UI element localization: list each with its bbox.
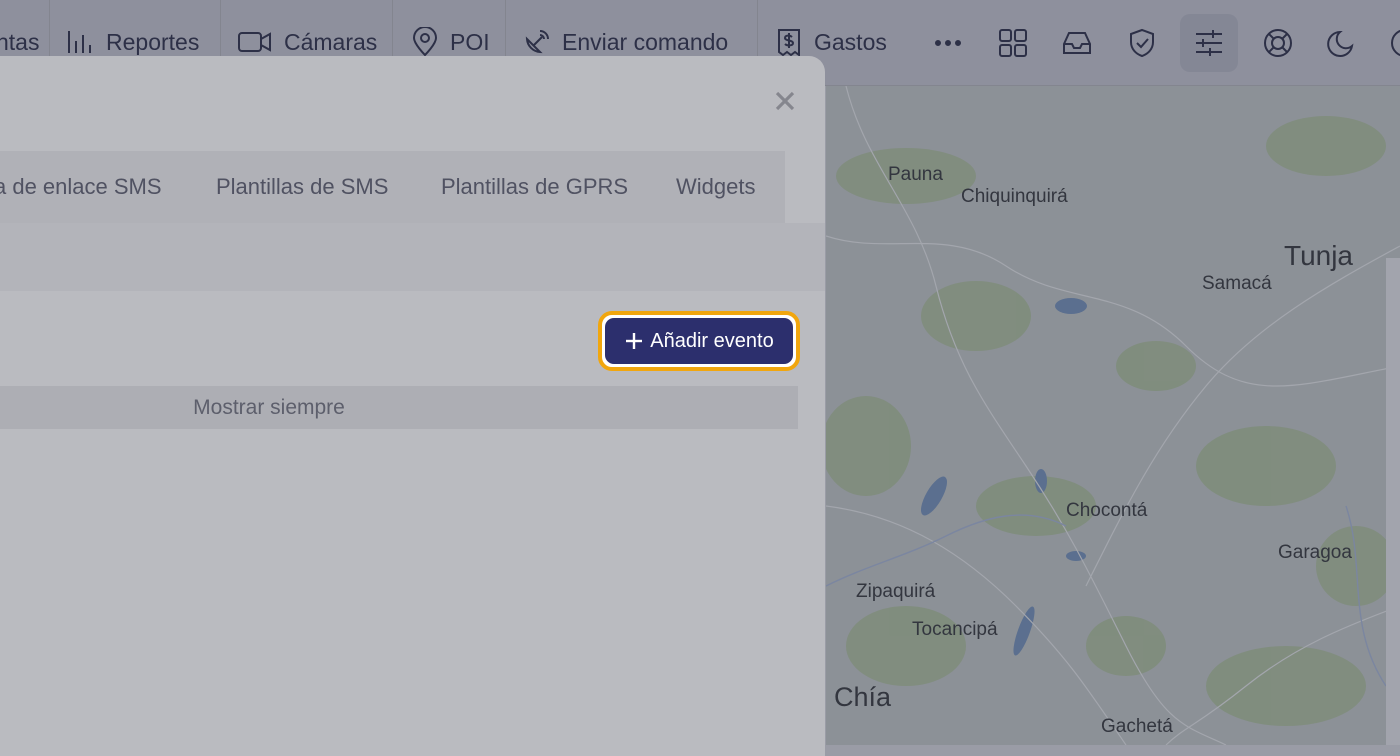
tab-label: Plantillas de GPRS (441, 174, 629, 199)
tab-sms-gateway[interactable]: a de enlace SMS (0, 151, 162, 223)
nav-item-label: Reportes (106, 28, 200, 55)
inbox-button[interactable] (1048, 14, 1106, 72)
satellite-dish-icon (525, 30, 549, 54)
map-label-city: Tocancipá (912, 619, 998, 640)
bar-chart-icon (68, 31, 91, 53)
more-icon (935, 40, 961, 46)
add-event-label: Añadir evento (650, 329, 774, 352)
dark-mode-button[interactable] (1313, 14, 1371, 72)
settings-modal: a de enlace SMS Plantillas de SMS Planti… (0, 56, 825, 756)
add-event-button[interactable]: Añadir evento (598, 311, 800, 371)
modal-tab-bar: a de enlace SMS Plantillas de SMS Planti… (0, 151, 785, 223)
apps-button[interactable] (984, 14, 1042, 72)
nav-item-label: Cámaras (284, 28, 378, 55)
moon-icon (1327, 30, 1354, 57)
nav-item-label: Enviar comando (562, 28, 729, 55)
video-camera-icon (238, 32, 271, 52)
tab-label: Widgets (676, 174, 756, 199)
map-label-city: Samacá (1202, 273, 1272, 294)
close-icon (775, 91, 795, 111)
nav-item-label: ntas (0, 28, 40, 55)
map-label-city: Tunja (1284, 240, 1354, 271)
map-label-city: Zipaquirá (856, 581, 936, 602)
settings-button[interactable] (1180, 14, 1238, 72)
circle-icon (1391, 29, 1400, 57)
plus-icon (626, 333, 643, 349)
map-label-city: Chiquinquirá (961, 186, 1068, 207)
sliders-icon (1196, 30, 1222, 56)
tab-gprs-templates[interactable]: Plantillas de GPRS (441, 151, 628, 223)
map-label-city: Pauna (888, 164, 943, 185)
lifebuoy-icon (1264, 29, 1292, 57)
profile-button[interactable] (1376, 14, 1400, 72)
receipt-icon (778, 29, 800, 57)
tab-label: Plantillas de SMS (216, 174, 389, 199)
map-label-city: Gachetá (1101, 716, 1173, 737)
tab-widgets[interactable]: Widgets (676, 151, 755, 223)
table-header: Mostrar siempre (0, 386, 798, 429)
security-button[interactable] (1113, 14, 1171, 72)
map-label-city: Chía (834, 682, 892, 712)
sub-tab-band (0, 223, 825, 291)
side-panel-edge (1386, 258, 1400, 745)
map-label-city: Garagoa (1278, 542, 1352, 563)
tab-label: a de enlace SMS (0, 174, 162, 199)
nav-item-label: Gastos (814, 28, 887, 55)
close-button[interactable] (770, 86, 800, 116)
map-pin-icon (412, 27, 438, 57)
apps-grid-icon (999, 29, 1027, 57)
help-button[interactable] (1249, 14, 1307, 72)
shield-check-icon (1130, 28, 1154, 58)
map-view[interactable]: Pauna Chiquinquirá Tunja Samacá Chocontá… (826, 86, 1400, 745)
column-header-mostrar-siempre[interactable]: Mostrar siempre (193, 396, 345, 420)
more-menu-button[interactable] (919, 14, 977, 72)
tab-sms-templates[interactable]: Plantillas de SMS (216, 151, 388, 223)
inbox-icon (1063, 32, 1091, 54)
add-event-button-body: Añadir evento (605, 318, 793, 364)
nav-item-label: POI (450, 28, 490, 55)
map-label-city: Chocontá (1066, 500, 1148, 521)
